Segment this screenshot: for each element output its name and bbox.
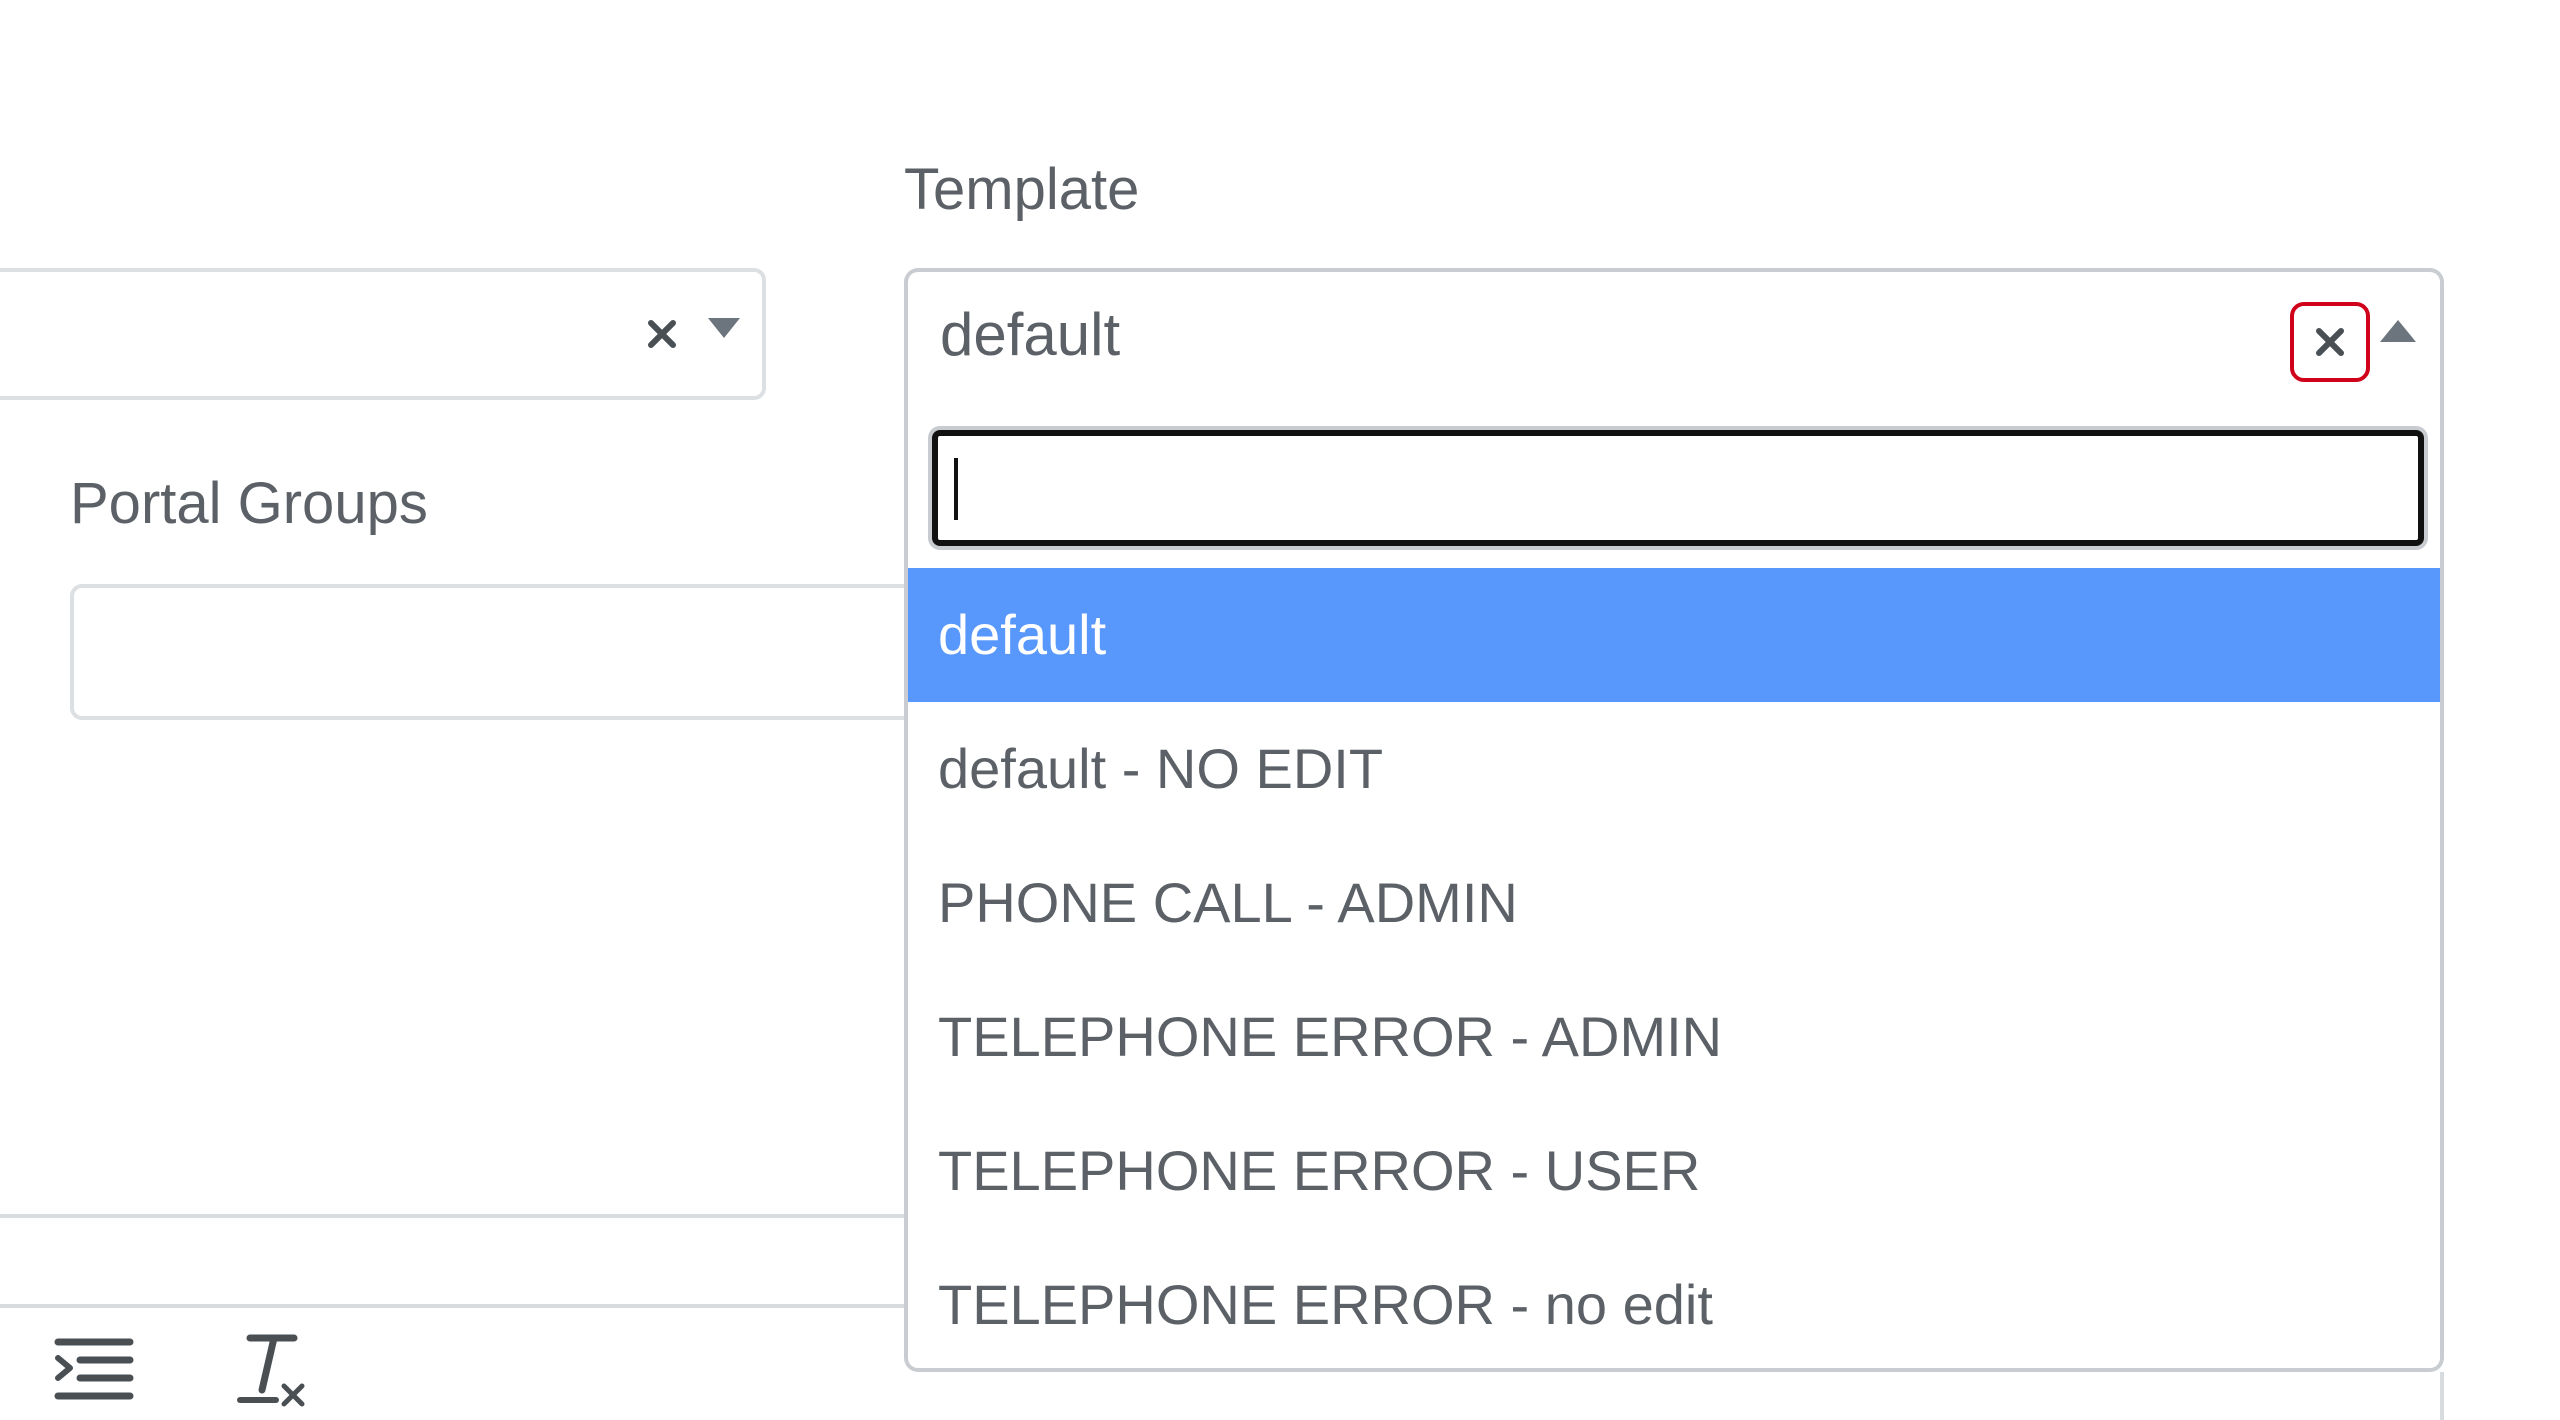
template-search-input[interactable] xyxy=(932,430,2424,546)
indent-icon[interactable] xyxy=(54,1336,134,1416)
template-clear-button[interactable] xyxy=(2290,302,2370,382)
text-caret xyxy=(954,458,958,520)
toolbar-divider xyxy=(0,1304,910,1308)
editor-divider xyxy=(0,1214,910,1218)
caret-up-icon[interactable] xyxy=(2380,320,2416,342)
close-icon[interactable] xyxy=(644,316,680,352)
portal-groups-label: Portal Groups xyxy=(70,471,428,536)
template-selected-value: default xyxy=(940,301,1121,368)
option-telephone-error-user[interactable]: TELEPHONE ERROR - USER xyxy=(908,1104,2440,1238)
close-icon xyxy=(2316,328,2344,356)
portal-groups-input[interactable] xyxy=(70,584,970,720)
template-dropdown: default default - NO EDIT PHONE CALL - A… xyxy=(904,404,2444,1372)
template-label: Template xyxy=(904,157,1140,222)
caret-down-icon[interactable] xyxy=(708,318,740,338)
clear-format-icon[interactable] xyxy=(232,1330,312,1410)
template-select[interactable] xyxy=(904,268,2444,404)
option-default[interactable]: default xyxy=(908,568,2440,702)
option-telephone-error-admin[interactable]: TELEPHONE ERROR - ADMIN xyxy=(908,970,2440,1104)
option-phone-call-admin[interactable]: PHONE CALL - ADMIN xyxy=(908,836,2440,970)
option-telephone-error-no-edit[interactable]: TELEPHONE ERROR - no edit xyxy=(908,1238,2440,1368)
panel-edge xyxy=(2440,1372,2444,1420)
option-default-no-edit[interactable]: default - NO EDIT xyxy=(908,702,2440,836)
template-options-list: default default - NO EDIT PHONE CALL - A… xyxy=(908,568,2440,1368)
